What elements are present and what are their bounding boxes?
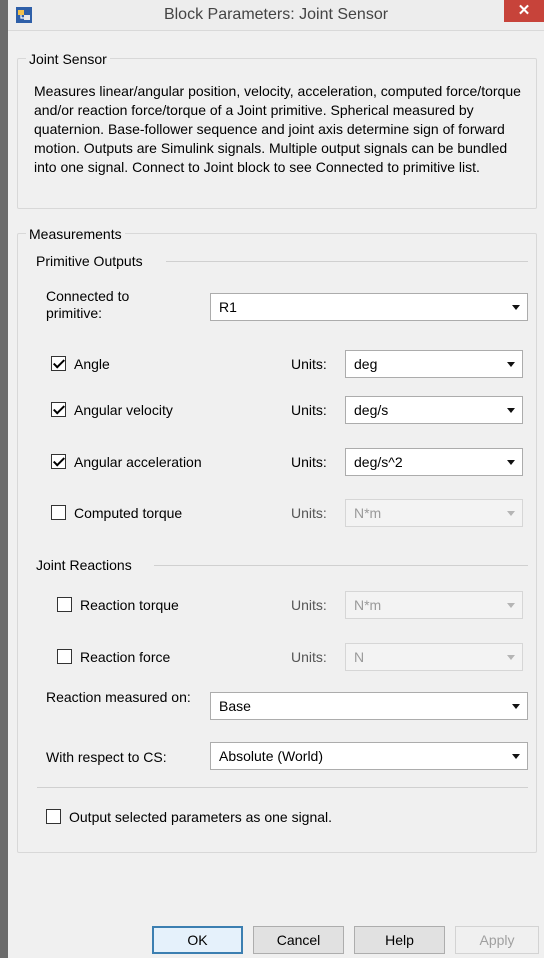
connected-primitive-dropdown[interactable]: R1 <box>210 293 528 321</box>
angular-velocity-label: Angular velocity <box>74 402 173 418</box>
ok-button[interactable]: OK <box>152 926 243 954</box>
angular-velocity-units-value: deg/s <box>354 402 389 418</box>
chevron-down-icon <box>507 655 515 660</box>
close-icon: ✕ <box>517 2 531 19</box>
angular-acceleration-label: Angular acceleration <box>74 454 202 470</box>
angle-checkbox[interactable] <box>51 356 66 371</box>
simulink-block-icon <box>16 7 32 23</box>
cancel-button[interactable]: Cancel <box>253 926 344 954</box>
reaction-torque-units-dropdown: N*m <box>345 591 523 619</box>
joint-reactions-legend: Joint Reactions <box>36 556 135 574</box>
chevron-down-icon <box>507 603 515 608</box>
chevron-down-icon <box>512 704 520 709</box>
block-description: Measures linear/angular position, veloci… <box>34 83 521 175</box>
connected-to-label: Connected to primitive: <box>46 288 130 321</box>
angle-units-dropdown[interactable]: deg <box>345 350 523 378</box>
close-button[interactable]: ✕ <box>504 0 544 22</box>
measurements-legend: Measurements <box>26 225 125 243</box>
title-bar: Block Parameters: Joint Sensor ✕ <box>8 0 544 31</box>
reaction-measured-on-label: Reaction measured on: <box>46 689 191 705</box>
connected-primitive-value: R1 <box>219 299 237 315</box>
with-respect-to-cs-dropdown[interactable]: Absolute (World) <box>210 742 528 770</box>
reaction-measured-on-value: Base <box>219 698 251 714</box>
primitive-outputs-legend: Primitive Outputs <box>36 252 146 270</box>
angular-acceleration-units-dropdown[interactable]: deg/s^2 <box>345 448 523 476</box>
reaction-torque-units-value: N*m <box>354 597 382 613</box>
angular-acceleration-units-value: deg/s^2 <box>354 454 403 470</box>
computed-torque-units-label: Units: <box>291 505 327 521</box>
angle-units-value: deg <box>354 356 378 372</box>
computed-torque-label: Computed torque <box>74 505 183 521</box>
with-respect-to-cs-label: With respect to CS: <box>46 749 167 765</box>
angle-label: Angle <box>74 356 110 372</box>
one-signal-divider <box>37 787 528 788</box>
reaction-torque-checkbox[interactable] <box>57 597 72 612</box>
angular-velocity-units-label: Units: <box>291 402 327 418</box>
chevron-down-icon <box>507 511 515 516</box>
reaction-force-units-value: N <box>354 649 365 665</box>
reaction-force-label: Reaction force <box>80 649 171 665</box>
chevron-down-icon <box>507 408 515 413</box>
reaction-force-checkbox[interactable] <box>57 649 72 664</box>
reaction-force-units-label: Units: <box>291 649 327 665</box>
chevron-down-icon <box>507 460 515 465</box>
joint-reactions-divider <box>154 565 528 566</box>
computed-torque-checkbox[interactable] <box>51 505 66 520</box>
chevron-down-icon <box>507 362 515 367</box>
reaction-measured-on-dropdown[interactable]: Base <box>210 692 528 720</box>
chevron-down-icon <box>512 305 520 310</box>
angle-units-label: Units: <box>291 356 327 372</box>
joint-sensor-legend: Joint Sensor <box>26 50 110 68</box>
computed-torque-units-value: N*m <box>354 505 382 521</box>
one-signal-label: Output selected parameters as one signal… <box>69 809 333 825</box>
reaction-torque-label: Reaction torque <box>80 597 179 613</box>
angular-acceleration-checkbox[interactable] <box>51 454 66 469</box>
angular-velocity-checkbox[interactable] <box>51 402 66 417</box>
window-title: Block Parameters: Joint Sensor <box>163 6 389 23</box>
block-parameters-dialog: Block Parameters: Joint Sensor ✕ Joint S… <box>8 0 544 958</box>
primitive-outputs-divider <box>166 261 528 262</box>
chevron-down-icon <box>512 754 520 759</box>
computed-torque-units-dropdown: N*m <box>345 499 523 527</box>
reaction-torque-units-label: Units: <box>291 597 327 613</box>
help-button[interactable]: Help <box>354 926 445 954</box>
angular-velocity-units-dropdown[interactable]: deg/s <box>345 396 523 424</box>
with-respect-to-cs-value: Absolute (World) <box>219 748 324 764</box>
one-signal-checkbox[interactable] <box>46 809 61 824</box>
apply-button: Apply <box>455 926 539 954</box>
angular-acceleration-units-label: Units: <box>291 454 327 470</box>
reaction-force-units-dropdown: N <box>345 643 523 671</box>
